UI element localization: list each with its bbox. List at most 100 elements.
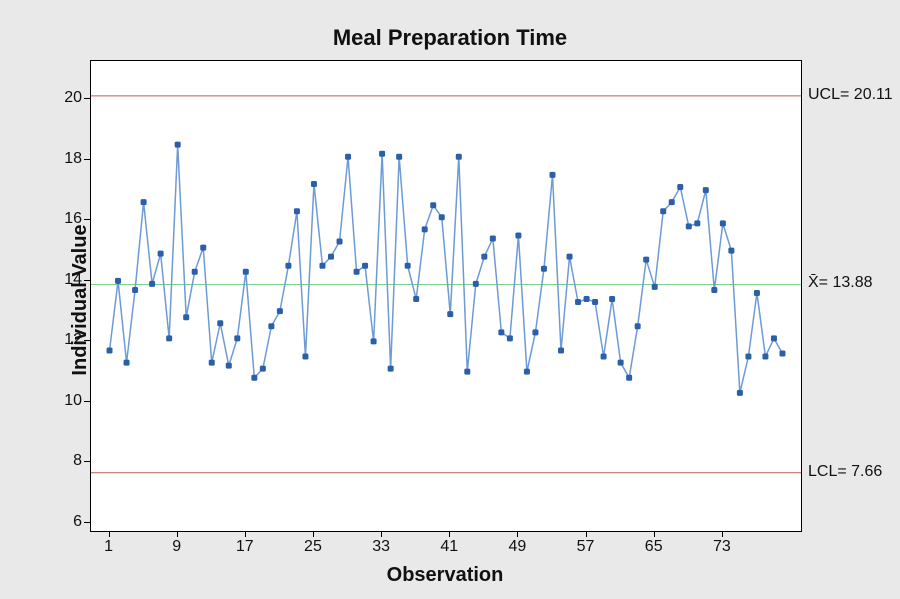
data-point <box>728 248 734 254</box>
data-point <box>686 223 692 229</box>
data-point <box>618 360 624 366</box>
data-point <box>294 208 300 214</box>
data-point <box>302 354 308 360</box>
data-point <box>524 369 530 375</box>
data-point <box>200 245 206 251</box>
data-point <box>762 354 768 360</box>
data-point <box>703 187 709 193</box>
y-tick-label: 6 <box>42 513 82 531</box>
data-point <box>149 281 155 287</box>
data-point <box>132 287 138 293</box>
data-point <box>745 354 751 360</box>
x-tick-label: 9 <box>162 538 192 556</box>
data-point <box>311 181 317 187</box>
y-tick-label: 10 <box>42 392 82 410</box>
data-point <box>158 251 164 257</box>
data-point <box>422 226 428 232</box>
chart-svg <box>91 61 801 531</box>
data-point <box>481 254 487 260</box>
data-point <box>379 151 385 157</box>
data-point <box>635 323 641 329</box>
data-point <box>652 284 658 290</box>
x-axis-label: Observation <box>90 564 800 587</box>
data-point <box>660 208 666 214</box>
data-point <box>362 263 368 269</box>
data-point <box>669 199 675 205</box>
data-point <box>319 263 325 269</box>
data-point <box>234 335 240 341</box>
data-point <box>507 335 513 341</box>
plot-area <box>90 60 802 532</box>
data-point <box>217 320 223 326</box>
lcl-label: LCL= 7.66 <box>808 463 882 481</box>
data-point <box>430 202 436 208</box>
data-point <box>694 220 700 226</box>
data-point <box>124 360 130 366</box>
data-point <box>558 347 564 353</box>
y-tick-label: 20 <box>42 89 82 107</box>
data-point <box>413 296 419 302</box>
chart-title: Meal Preparation Time <box>0 25 900 51</box>
data-point <box>771 335 777 341</box>
data-point <box>396 154 402 160</box>
data-point <box>677 184 683 190</box>
data-point <box>490 235 496 241</box>
data-point <box>720 220 726 226</box>
data-point <box>183 314 189 320</box>
y-tick-label: 18 <box>42 150 82 168</box>
data-point <box>192 269 198 275</box>
y-tick-label: 12 <box>42 331 82 349</box>
data-point <box>601 354 607 360</box>
data-point <box>584 296 590 302</box>
data-point <box>567 254 573 260</box>
control-chart: Meal Preparation Time Individual Value O… <box>0 0 900 599</box>
data-point <box>498 329 504 335</box>
data-point <box>107 347 113 353</box>
data-point <box>626 375 632 381</box>
y-tick-label: 14 <box>42 271 82 289</box>
data-point <box>354 269 360 275</box>
data-point <box>575 299 581 305</box>
mean-label: X̄= 13.88 <box>808 274 873 292</box>
data-point <box>779 351 785 357</box>
data-point <box>388 366 394 372</box>
data-point <box>541 266 547 272</box>
data-point <box>549 172 555 178</box>
data-point <box>345 154 351 160</box>
data-point <box>141 199 147 205</box>
x-tick-label: 1 <box>94 538 124 556</box>
y-tick-label: 8 <box>42 452 82 470</box>
data-point <box>532 329 538 335</box>
x-tick-label: 73 <box>707 538 737 556</box>
data-point <box>260 366 266 372</box>
data-point <box>115 278 121 284</box>
data-point <box>737 390 743 396</box>
x-tick-label: 49 <box>502 538 532 556</box>
data-point <box>268 323 274 329</box>
data-point <box>175 142 181 148</box>
data-point <box>209 360 215 366</box>
data-point <box>456 154 462 160</box>
data-point <box>592 299 598 305</box>
data-point <box>515 232 521 238</box>
y-axis-label: Individual Value <box>69 224 92 375</box>
data-point <box>166 335 172 341</box>
x-tick-label: 65 <box>639 538 669 556</box>
data-point <box>337 239 343 245</box>
x-tick-label: 17 <box>230 538 260 556</box>
data-point <box>226 363 232 369</box>
data-point <box>243 269 249 275</box>
data-point <box>405 263 411 269</box>
ucl-label: UCL= 20.11 <box>808 86 893 104</box>
x-tick-label: 57 <box>571 538 601 556</box>
data-point <box>643 257 649 263</box>
data-line <box>110 145 783 393</box>
data-point <box>285 263 291 269</box>
data-point <box>473 281 479 287</box>
x-tick-label: 25 <box>298 538 328 556</box>
data-point <box>754 290 760 296</box>
data-point <box>251 375 257 381</box>
data-point <box>447 311 453 317</box>
x-tick-label: 41 <box>434 538 464 556</box>
data-point <box>711 287 717 293</box>
